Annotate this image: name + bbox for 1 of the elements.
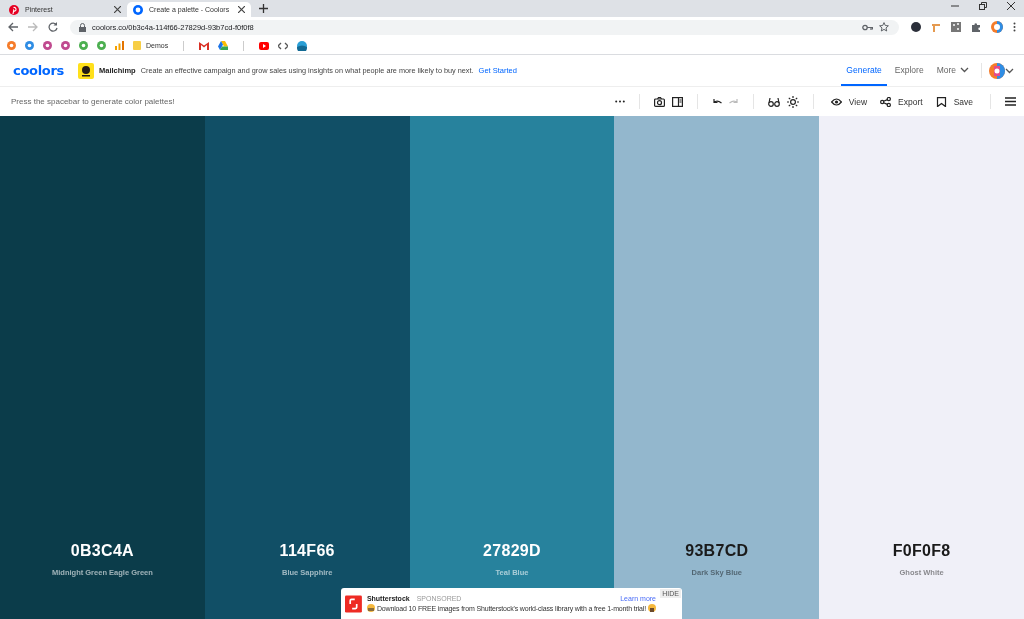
- hint-text: Press the spacebar to generate color palettes!: [11, 97, 175, 106]
